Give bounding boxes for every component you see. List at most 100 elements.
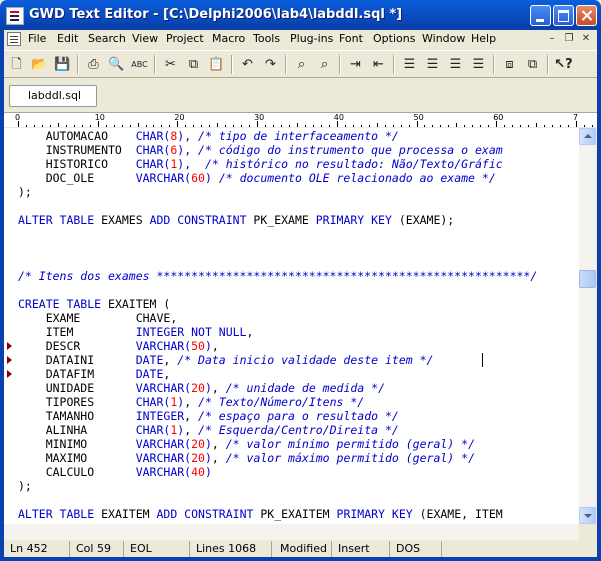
scroll-up-button[interactable] [579,128,596,145]
justify-icon[interactable]: ☰ [468,54,489,75]
code-line[interactable]: INSTRUMENTO CHAR(6), /* código do instru… [18,143,503,157]
code-token: UNIDADE [18,381,136,395]
open-folder-icon[interactable]: 📂 [29,54,50,75]
ruler-tick [137,123,139,127]
spellcheck-icon[interactable]: ABC [129,54,150,75]
minimize-button[interactable] [530,5,551,26]
code-token: /* espaço para o resultado */ [198,409,399,423]
code-line[interactable]: ); [18,185,32,199]
code-token: EXAITEM [94,507,157,521]
menu-search[interactable]: Search [88,32,126,45]
horizontal-scrollbar[interactable] [4,524,579,540]
app-icon[interactable] [6,7,24,25]
code-line[interactable]: ITEM INTEGER NOT NULL, [18,325,254,339]
menu-macro[interactable]: Macro [212,32,245,45]
code-line[interactable]: DATAFIM DATE, [18,367,171,381]
menu-tools[interactable]: Tools [253,32,280,45]
code-token: PRIMARY KEY [315,213,392,227]
code-line[interactable]: MINIMO VARCHAR(20), /* valor mínimo perm… [18,437,475,451]
menu-view[interactable]: View [132,32,158,45]
code-token: ) [204,381,212,395]
code-token: VARCHAR( [135,437,192,451]
mdi-close-icon[interactable]: ✕ [579,32,593,46]
print-icon[interactable]: ⎙ [83,54,104,75]
code-token: TAMANHO [18,409,136,423]
ruler-tick [89,125,91,127]
code-line[interactable]: TAMANHO INTEGER, /* espaço para o result… [18,409,399,423]
code-token: MINIMO [18,437,136,451]
code-token: ADD CONSTRAINT [149,213,247,227]
save-icon[interactable]: 💾 [52,54,73,75]
scroll-down-button[interactable] [579,507,596,524]
code-line[interactable]: ALTER TABLE EXAMES ADD CONSTRAINT PK_EXA… [18,213,454,227]
code-line[interactable]: DOC_OLE VARCHAR(60) /* documento OLE rel… [18,171,496,185]
paste-icon[interactable]: 📋 [206,54,227,75]
code-line[interactable]: CALCULO VARCHAR(40) [18,465,212,479]
align-right-icon[interactable]: ☰ [445,54,466,75]
close-button[interactable] [576,5,597,26]
code-line[interactable]: CREATE TABLE EXAITEM ( [18,297,170,311]
code-token: INSTRUMENTO [18,143,136,157]
code-line[interactable]: ALINHA CHAR(1), /* Esquerda/Centro/Direi… [18,423,399,437]
code-line[interactable]: DATAINI DATE, /* Data inicio validade de… [18,353,434,367]
code-token: /* histórico no resultado: Não/Texto/Grá… [204,157,503,171]
ruler-tick [129,125,131,127]
menu-options[interactable]: Options [373,32,415,45]
code-editor[interactable]: AUTOMACAO CHAR(8), /* tipo de interfacea… [4,128,579,524]
vertical-scrollbar[interactable] [579,128,596,524]
code-line[interactable]: AUTOMACAO CHAR(8), /* tipo de interfacea… [18,129,399,143]
ruler-tick [153,125,155,127]
maximize-button[interactable] [553,5,574,26]
code-line[interactable]: ALTER TABLE EXAITEM ADD CONSTRAINT PK_EX… [18,507,503,521]
code-line[interactable]: EXAME CHAVE, [18,311,178,325]
ruler-tick [528,125,530,127]
code-token: INTEGER [135,409,185,423]
code-line[interactable]: UNIDADE VARCHAR(20), /* unidade de medid… [18,381,385,395]
tab-labddl-sql[interactable]: labddl.sql [9,85,97,107]
menu-help[interactable]: Help [471,32,496,45]
mdi-restore-icon[interactable]: ❐ [562,32,576,46]
print-preview-icon[interactable]: 🔍 [106,54,127,75]
outdent-icon[interactable]: ⇤ [368,54,389,75]
ruler-tick [480,125,482,127]
menu-file[interactable]: File [28,32,46,45]
undo-icon[interactable]: ↶ [237,54,258,75]
ruler-tick [504,125,506,127]
redo-icon[interactable]: ↷ [260,54,281,75]
code-token: ), [177,157,205,171]
ruler-label: 20 [174,113,185,122]
find-next-icon[interactable]: ⌕ [314,54,335,75]
cut-icon[interactable]: ✂ [160,54,181,75]
code-token: ITEM [18,325,136,339]
document-icon[interactable] [7,32,21,46]
ruler-tick [169,125,171,127]
menu-project[interactable]: Project [166,32,204,45]
code-token: ) [204,451,212,465]
window-tile-icon[interactable]: ⧈ [499,54,520,75]
code-line[interactable]: DESCR VARCHAR(50), [18,339,219,353]
menu-plugins[interactable]: Plug-ins [290,32,333,45]
menu-font[interactable]: Font [339,32,363,45]
mdi-minimize-icon[interactable]: – [545,32,559,46]
status-line-count: Lines 1068 [192,541,272,558]
code-line[interactable]: TIPORES CHAR(1), /* Texto/Número/Itens *… [18,395,365,409]
align-center-icon[interactable]: ☰ [422,54,443,75]
code-token: DESCR [18,339,136,353]
code-line[interactable]: HISTORICO CHAR(1), /* histórico no resul… [18,157,503,171]
code-line[interactable]: ); [18,479,32,493]
code-line[interactable]: /* Itens dos exames ********************… [18,269,537,283]
ruler-tick [464,125,466,127]
copy-icon[interactable]: ⧉ [183,54,204,75]
menu-window[interactable]: Window [422,32,465,45]
code-token: CHAR( [135,129,171,143]
new-file-icon[interactable]: 🗋 [6,54,27,75]
align-left-icon[interactable]: ☰ [399,54,420,75]
help-pointer-icon[interactable]: ↖? [553,54,574,75]
menu-edit[interactable]: Edit [57,32,78,45]
find-icon[interactable]: ⌕ [291,54,312,75]
code-line[interactable]: MAXIMO VARCHAR(20), /* valor máximo perm… [18,451,475,465]
scroll-thumb[interactable] [579,270,596,288]
window-cascade-icon[interactable]: ⧉ [522,54,543,75]
indent-icon[interactable]: ⇥ [345,54,366,75]
status-file-format: DOS [392,541,442,558]
